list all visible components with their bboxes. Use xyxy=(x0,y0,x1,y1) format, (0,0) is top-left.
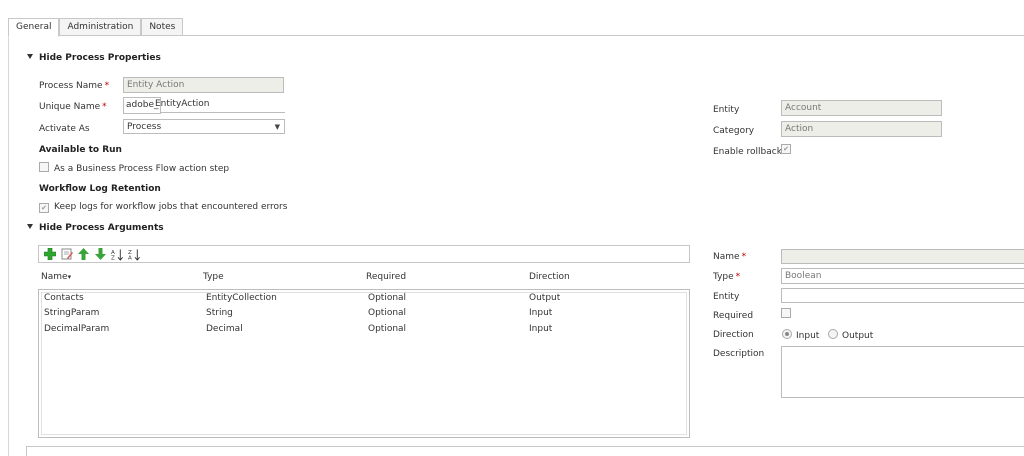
arg-entity-label: Entity xyxy=(713,292,740,302)
arguments-toolbar: AZ ZA xyxy=(38,245,690,263)
activate-as-label: Activate As xyxy=(39,124,90,134)
svg-text:A: A xyxy=(128,255,132,260)
table-row[interactable]: DecimalParam Decimal Optional Input xyxy=(44,324,684,339)
sort-ascending-icon[interactable]: AZ xyxy=(111,248,124,261)
section-title-properties: Hide Process Properties xyxy=(39,53,161,63)
dropdown-arrow-icon: ▼ xyxy=(274,123,280,131)
column-header-required[interactable]: Required xyxy=(366,272,406,282)
direction-output-label: Output xyxy=(842,331,874,341)
arg-description-label: Description xyxy=(713,349,765,359)
arg-entity-field[interactable] xyxy=(781,288,1024,303)
keep-logs-checkbox[interactable]: ✔ xyxy=(39,203,49,213)
arg-name-label: Name * xyxy=(713,252,747,262)
direction-input-label: Input xyxy=(796,331,820,341)
cell-required: Optional xyxy=(368,293,407,303)
available-to-run-heading: Available to Run xyxy=(39,145,122,155)
column-header-direction[interactable]: Direction xyxy=(529,272,570,282)
cell-name: Contacts xyxy=(44,293,84,303)
entity-label: Entity xyxy=(713,105,740,115)
collapse-triangle-icon xyxy=(27,224,33,229)
cell-type: String xyxy=(206,308,233,318)
arg-required-label: Required xyxy=(713,311,754,321)
cell-direction: Input xyxy=(529,308,553,318)
cell-name: DecimalParam xyxy=(44,324,110,334)
required-marker: * xyxy=(741,252,747,262)
collapse-triangle-icon xyxy=(27,54,33,59)
direction-output-radio[interactable] xyxy=(828,329,838,339)
arg-required-checkbox[interactable] xyxy=(781,308,791,318)
category-label: Category xyxy=(713,126,755,136)
arg-type-select[interactable]: Boolean xyxy=(781,268,1024,284)
cell-direction: Output xyxy=(529,293,561,303)
bpf-step-option[interactable]: As a Business Process Flow action step xyxy=(39,162,229,174)
cell-required: Optional xyxy=(368,324,407,334)
cell-required: Optional xyxy=(368,308,407,318)
enable-rollback-checkbox[interactable]: ✔ xyxy=(781,144,791,154)
tab-divider xyxy=(8,35,1024,36)
move-up-icon[interactable] xyxy=(77,248,90,261)
direction-output-option[interactable]: Output xyxy=(828,329,873,341)
tab-strip: General Administration Notes xyxy=(8,18,184,37)
column-header-type[interactable]: Type xyxy=(203,272,224,282)
sort-arrow-icon: ▾ xyxy=(67,273,72,281)
activate-as-select[interactable]: Process ▼ xyxy=(123,119,285,134)
direction-input-option[interactable]: Input xyxy=(782,329,819,341)
table-row[interactable]: Contacts EntityCollection Optional Outpu… xyxy=(44,293,684,308)
activate-as-value: Process xyxy=(127,122,162,132)
svg-text:Z: Z xyxy=(111,255,115,260)
tab-administration[interactable]: Administration xyxy=(59,18,142,36)
entity-field[interactable]: Account xyxy=(781,100,942,116)
required-marker: * xyxy=(102,102,107,112)
section-toggle-arguments[interactable]: Hide Process Arguments xyxy=(27,223,164,233)
arg-name-field[interactable] xyxy=(781,249,1024,264)
bpf-step-checkbox[interactable] xyxy=(39,162,49,172)
direction-input-radio[interactable] xyxy=(782,329,792,339)
category-field[interactable]: Action xyxy=(781,121,942,137)
process-name-label: Process Name * xyxy=(39,81,110,91)
bpf-step-label: As a Business Process Flow action step xyxy=(54,164,230,174)
cell-direction: Input xyxy=(529,324,553,334)
arg-type-label: Type * xyxy=(713,272,741,282)
sort-descending-icon[interactable]: ZA xyxy=(128,248,141,261)
unique-name-label: Unique Name * xyxy=(39,102,107,112)
table-row[interactable]: StringParam String Optional Input xyxy=(44,308,684,323)
arg-direction-label: Direction xyxy=(713,330,754,340)
required-marker: * xyxy=(735,272,741,282)
unique-name-group: adobe_ EntityAction xyxy=(123,97,285,114)
bottom-panel xyxy=(26,446,1024,456)
content-border xyxy=(8,35,9,456)
cell-type: EntityCollection xyxy=(206,293,277,303)
unique-name-input[interactable]: EntityAction xyxy=(155,97,209,112)
cell-name: StringParam xyxy=(44,308,100,318)
move-down-icon[interactable] xyxy=(94,248,107,261)
process-name-field[interactable]: Entity Action xyxy=(123,77,284,93)
edit-icon[interactable] xyxy=(60,248,73,261)
keep-logs-option[interactable]: ✔ Keep logs for workflow jobs that encoun… xyxy=(39,202,287,213)
tab-general[interactable]: General xyxy=(8,18,60,37)
log-retention-heading: Workflow Log Retention xyxy=(39,184,161,194)
column-header-name[interactable]: Name▾ xyxy=(41,272,71,282)
section-toggle-properties[interactable]: Hide Process Properties xyxy=(27,53,161,63)
tab-notes[interactable]: Notes xyxy=(141,18,184,36)
cell-type: Decimal xyxy=(206,324,243,334)
enable-rollback-label: Enable rollback xyxy=(713,147,782,157)
arg-description-textarea[interactable] xyxy=(781,346,1024,398)
keep-logs-label: Keep logs for workflow jobs that encount… xyxy=(54,202,288,212)
section-title-arguments: Hide Process Arguments xyxy=(39,223,164,233)
add-icon[interactable] xyxy=(43,248,56,261)
required-marker: * xyxy=(104,81,110,91)
